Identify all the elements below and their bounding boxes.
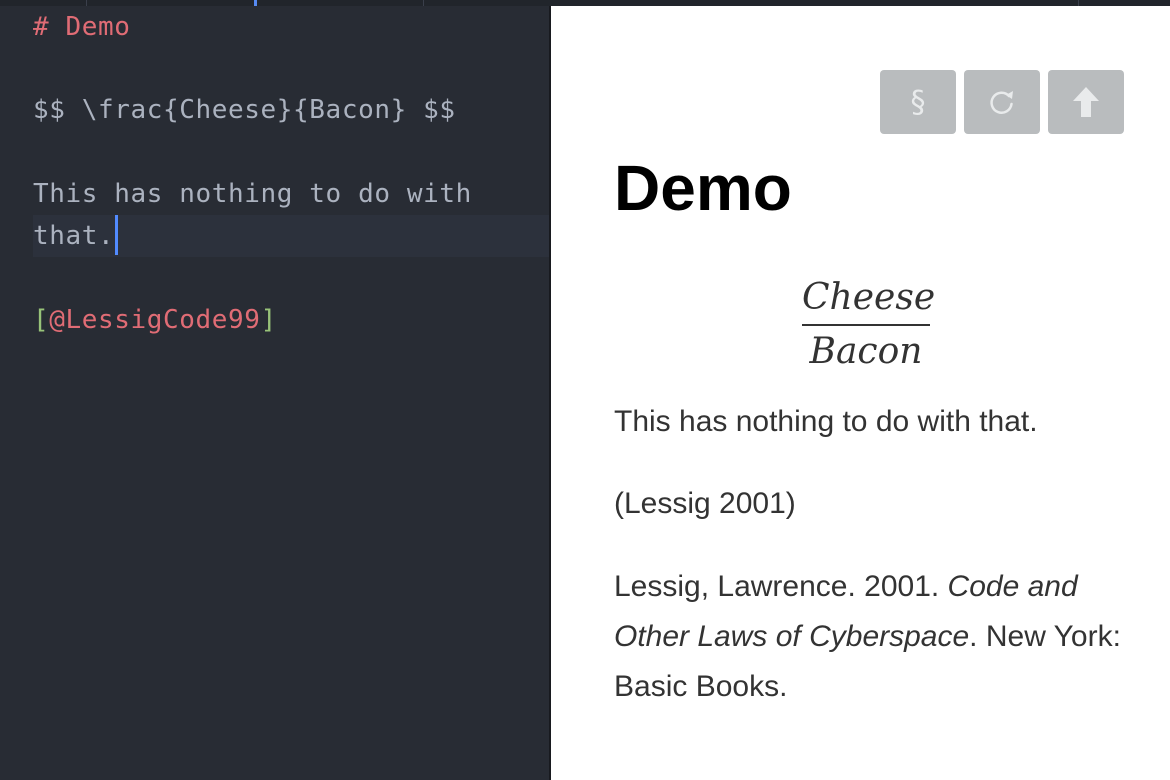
text-cursor [115, 215, 119, 255]
document-title: Demo [614, 152, 792, 224]
fraction-numerator: Cheese [802, 277, 936, 318]
arrow-up-icon [1073, 87, 1099, 117]
section-button[interactable]: § [880, 70, 956, 134]
fraction-bar [802, 324, 930, 326]
editor-line-paragraph-cont[interactable]: that. [33, 215, 119, 257]
section-icon: § [910, 84, 926, 120]
citation-open-bracket: [ [33, 305, 50, 335]
app-window: # Demo $$ \frac{Cheese}{Bacon} $$ This h… [0, 0, 1170, 780]
markdown-preview: § Demo Cheese Bacon This has nothing to … [551, 6, 1170, 780]
refresh-button[interactable] [964, 70, 1040, 134]
citation-close-bracket: ] [260, 305, 277, 335]
inline-citation: (Lessig 2001) [614, 487, 796, 520]
citation-key: @LessigCode99 [49, 305, 261, 335]
upload-button[interactable] [1048, 70, 1124, 134]
editor-line-citation[interactable]: [@LessigCode99] [33, 299, 277, 341]
editor-line-math[interactable]: $$ \frac{Cheese}{Bacon} $$ [33, 89, 456, 131]
reference-author-year: Lessig, Lawrence. 2001. [614, 570, 948, 603]
math-fraction: Cheese Bacon [802, 276, 936, 374]
body-paragraph: This has nothing to do with that. [614, 405, 1038, 438]
editor-text: that. [33, 221, 115, 251]
fraction-denominator: Bacon [809, 331, 923, 372]
refresh-icon [990, 91, 1013, 114]
preview-toolbar: § [880, 70, 1124, 134]
editor-line-heading[interactable]: # Demo [33, 6, 131, 48]
bibliography-entry: Lessig, Lawrence. 2001. Code and Other L… [614, 562, 1124, 712]
markdown-editor[interactable]: # Demo $$ \frac{Cheese}{Bacon} $$ This h… [0, 6, 549, 780]
editor-line-paragraph[interactable]: This has nothing to do with [33, 173, 472, 215]
